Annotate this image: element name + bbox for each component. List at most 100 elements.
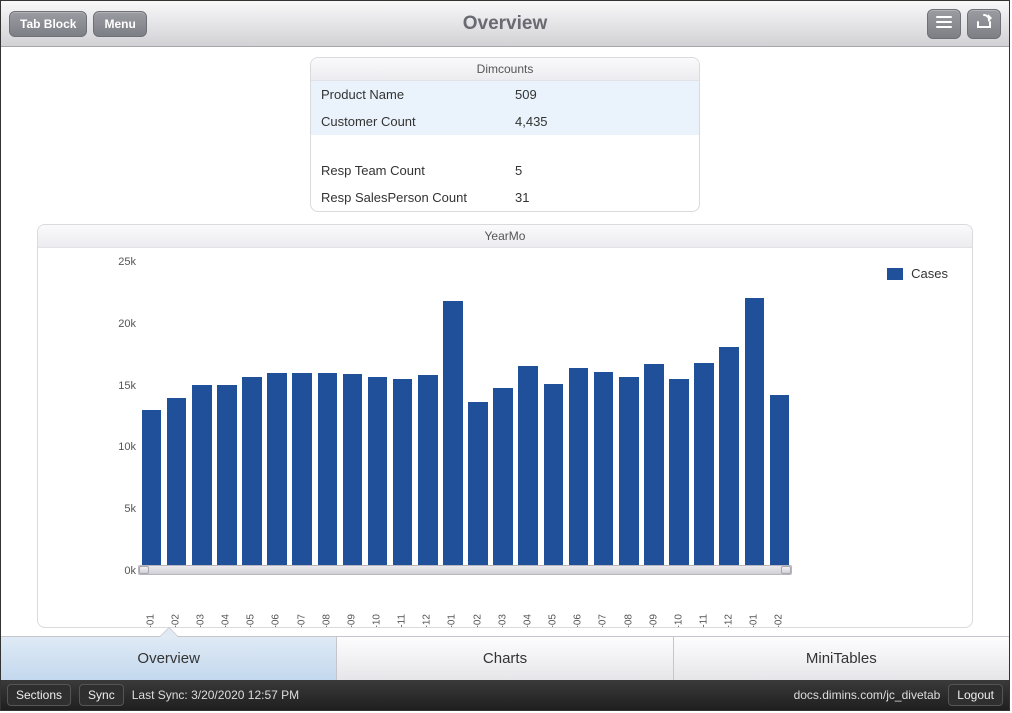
share-icon xyxy=(975,14,993,33)
y-axis-tick: 15k xyxy=(90,380,136,392)
dimcounts-value: 5 xyxy=(505,157,699,184)
menu-button[interactable]: Menu xyxy=(93,11,146,37)
tab-label: Overview xyxy=(137,650,200,667)
x-axis-tick: 2011-08 xyxy=(321,614,332,628)
host-label: docs.dimins.com/jc_divetab xyxy=(794,688,941,702)
x-axis-tick: 2011-09 xyxy=(346,614,357,628)
x-axis-tick: 2011-04 xyxy=(221,614,232,628)
x-axis-tick: 2012-03 xyxy=(497,614,508,628)
tab-minitables[interactable]: MiniTables xyxy=(674,637,1009,680)
y-axis-tick: 10k xyxy=(90,441,136,453)
chart-legend: Cases xyxy=(887,266,948,281)
chart-bar[interactable] xyxy=(644,364,664,570)
x-axis-tick: 2012-10 xyxy=(673,614,684,628)
chart-bar[interactable] xyxy=(669,379,689,570)
dimcounts-key: Resp Team Count xyxy=(311,157,505,184)
hamburger-button[interactable] xyxy=(927,9,961,39)
y-axis-tick: 20k xyxy=(90,318,136,330)
x-axis-tick: 2011-02 xyxy=(170,614,181,628)
chart-bar[interactable] xyxy=(770,395,790,570)
chart-bar[interactable] xyxy=(745,298,765,570)
chart-bar[interactable] xyxy=(142,410,162,570)
y-axis-tick: 0k xyxy=(90,565,136,577)
chart-bar[interactable] xyxy=(619,377,639,570)
top-toolbar: Tab Block Menu Overview xyxy=(1,1,1009,47)
status-bar: Sections Sync Last Sync: 3/20/2020 12:57… xyxy=(1,680,1009,710)
chart-bar[interactable] xyxy=(694,363,714,570)
chart-bar[interactable] xyxy=(493,388,513,570)
x-axis-tick: 2011-03 xyxy=(195,614,206,628)
chart-bar[interactable] xyxy=(192,385,212,570)
sync-button[interactable]: Sync xyxy=(79,684,124,706)
x-axis-tick: 2012-02 xyxy=(472,614,483,628)
hamburger-icon xyxy=(935,15,953,32)
tab-label: Charts xyxy=(483,650,527,667)
chart-bar[interactable] xyxy=(217,385,237,570)
bottom-tabstrip: Overview Charts MiniTables xyxy=(1,636,1009,680)
x-axis-tick: 2013-01 xyxy=(749,614,760,628)
chart-bar[interactable] xyxy=(318,373,338,570)
x-axis-tick: 2012-11 xyxy=(698,614,709,628)
chart-bar[interactable] xyxy=(393,379,413,570)
y-axis-tick: 5k xyxy=(90,503,136,515)
chart-bar[interactable] xyxy=(719,347,739,570)
dimcounts-panel: Dimcounts Product Name509Customer Count4… xyxy=(310,57,700,212)
tab-overview[interactable]: Overview xyxy=(1,637,337,680)
chart-bar[interactable] xyxy=(418,375,438,570)
chart-bar[interactable] xyxy=(518,366,538,571)
dimcounts-row: Product Name509 xyxy=(311,81,699,108)
chart-bar[interactable] xyxy=(242,377,262,570)
x-axis-tick: 2012-05 xyxy=(548,614,559,628)
legend-swatch-icon xyxy=(887,268,903,280)
last-sync-label: Last Sync: 3/20/2020 12:57 PM xyxy=(132,688,299,702)
dimcounts-row: Resp Team Count5 xyxy=(311,157,699,184)
dimcounts-value: 509 xyxy=(505,81,699,108)
x-axis-tick: 2011-12 xyxy=(422,614,433,628)
x-axis-tick: 2012-09 xyxy=(648,614,659,628)
dimcounts-value: 4,435 xyxy=(505,108,699,135)
x-axis-tick: 2012-08 xyxy=(623,614,634,628)
tab-label: MiniTables xyxy=(806,650,877,667)
chart-bar[interactable] xyxy=(368,377,388,570)
chart-panel: YearMo Cases 0k5k10k15k20k25k 2011-01201… xyxy=(37,224,973,628)
dimcounts-key: Product Name xyxy=(311,81,505,108)
page-title: Overview xyxy=(1,13,1009,35)
tab-charts[interactable]: Charts xyxy=(337,637,673,680)
chart-bar[interactable] xyxy=(468,402,488,570)
chart-bar[interactable] xyxy=(167,398,187,570)
scroll-thumb-left[interactable] xyxy=(139,566,149,574)
chart-title: YearMo xyxy=(38,225,972,248)
x-axis-tick: 2011-07 xyxy=(296,614,307,628)
dimcounts-key: Customer Count xyxy=(311,108,505,135)
sections-button[interactable]: Sections xyxy=(7,684,71,706)
x-axis-tick: 2011-11 xyxy=(397,614,408,628)
dimcounts-title: Dimcounts xyxy=(311,58,699,81)
chart-bar[interactable] xyxy=(343,374,363,570)
x-axis-tick: 2012-06 xyxy=(573,614,584,628)
chart-bar[interactable] xyxy=(594,372,614,570)
x-axis-tick: 2012-04 xyxy=(522,614,533,628)
x-axis-tick: 2011-10 xyxy=(371,614,382,628)
x-axis-tick: 2011-06 xyxy=(271,614,282,628)
scroll-thumb-right[interactable] xyxy=(781,566,791,574)
chart-bar[interactable] xyxy=(569,368,589,570)
legend-label: Cases xyxy=(911,266,948,281)
logout-button[interactable]: Logout xyxy=(948,684,1003,706)
x-axis-tick: 2011-01 xyxy=(145,614,156,628)
chart-scrollbar[interactable] xyxy=(138,565,792,575)
chart-bar[interactable] xyxy=(443,301,463,570)
share-button[interactable] xyxy=(967,9,1001,39)
dimcounts-key: Resp SalesPerson Count xyxy=(311,184,505,211)
chart-plot-area[interactable] xyxy=(138,262,792,571)
chart-bar[interactable] xyxy=(544,384,564,570)
x-axis-tick: 2012-07 xyxy=(598,614,609,628)
x-axis-tick: 2013-02 xyxy=(774,614,785,628)
x-axis-tick: 2011-05 xyxy=(246,614,257,628)
tab-block-button[interactable]: Tab Block xyxy=(9,11,87,37)
chart-bar[interactable] xyxy=(267,373,287,570)
dimcounts-row: Customer Count4,435 xyxy=(311,108,699,135)
x-axis-tick: 2012-12 xyxy=(724,614,735,628)
dimcounts-value: 31 xyxy=(505,184,699,211)
chart-bar[interactable] xyxy=(292,373,312,570)
dimcounts-row: Resp SalesPerson Count31 xyxy=(311,184,699,211)
